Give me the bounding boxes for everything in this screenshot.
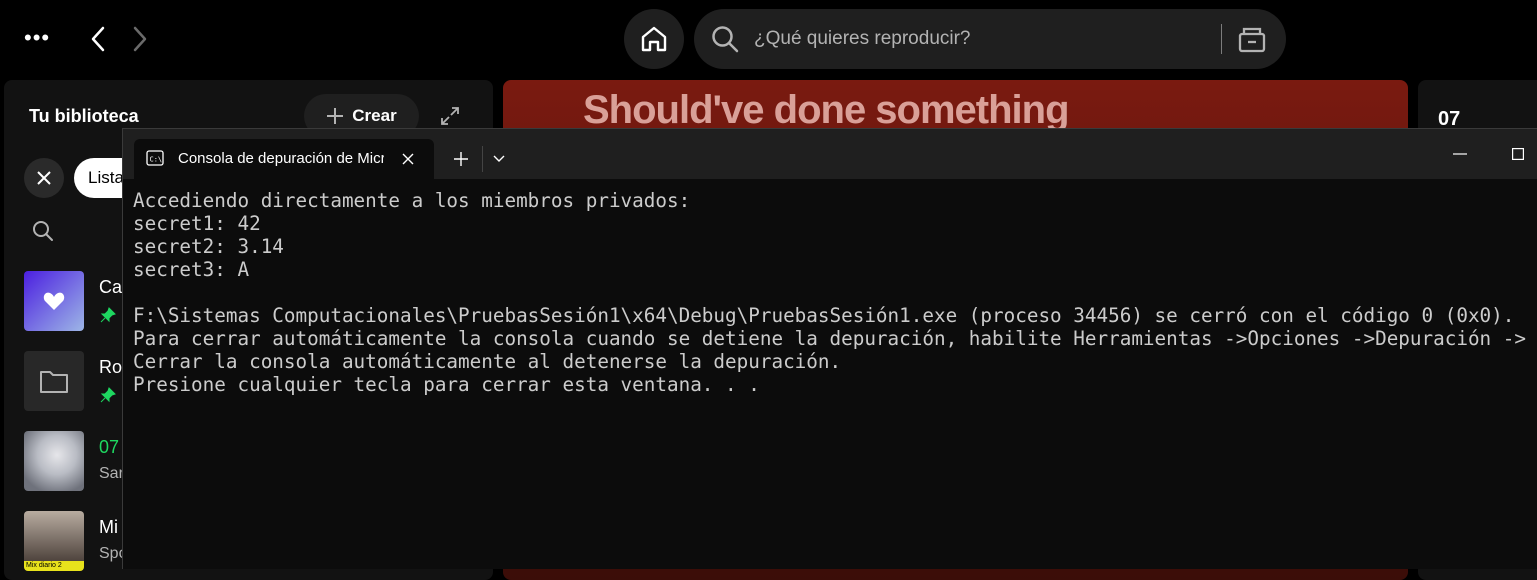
search-input[interactable]: ¿Qué quieres reproducir?: [754, 28, 971, 50]
album-cover: [24, 431, 84, 491]
home-icon: [641, 26, 667, 52]
list-item-title: Mi: [99, 517, 118, 537]
svg-text:C:\: C:\: [150, 156, 163, 164]
liked-songs-cover: [24, 271, 84, 331]
list-item-subtitle: Sar: [99, 465, 124, 482]
banner-title: Should've done something: [583, 88, 1070, 132]
plus-icon: [454, 152, 468, 166]
list-item-title: Ro: [99, 357, 123, 377]
terminal-line: secret1: 42: [133, 212, 261, 235]
mix-cover: Mix diario 2: [24, 511, 84, 571]
search-icon: [712, 26, 739, 53]
terminal-line: Presione cualquier tecla para cerrar est…: [133, 373, 760, 396]
terminal-line: F:\Sistemas Computacionales\PruebasSesió…: [133, 304, 1515, 327]
top-bar: ••• ¿Qué quieres reproducir?: [0, 0, 1537, 78]
terminal-line: secret2: 3.14: [133, 235, 284, 258]
maximize-button[interactable]: [1507, 143, 1529, 165]
minimize-icon: [1453, 153, 1467, 155]
terminal-line: Cerrar la consola automáticamente al det…: [133, 350, 842, 373]
terminal-line: Para cerrar automáticamente la consola c…: [133, 327, 1526, 350]
search-bar[interactable]: ¿Qué quieres reproducir?: [694, 9, 1286, 69]
browse-icon[interactable]: [1237, 25, 1267, 55]
tab-dropdown-button[interactable]: [489, 149, 509, 169]
debug-console-window[interactable]: C:\ Consola de depuración de Microsoft V…: [122, 128, 1537, 569]
back-button[interactable]: [82, 22, 114, 56]
terminal-output[interactable]: Accediendo directamente a los miembros p…: [133, 189, 1536, 569]
pin-icon: [100, 387, 116, 403]
close-tab-button[interactable]: [398, 149, 418, 169]
tab-separator: [482, 146, 483, 172]
folder-cover: [24, 351, 84, 411]
search-divider: [1221, 24, 1222, 54]
close-icon: [402, 153, 414, 165]
forward-button[interactable]: [124, 22, 156, 56]
clear-filter-button[interactable]: [24, 158, 64, 198]
new-tab-button[interactable]: [451, 149, 471, 169]
chevron-right-icon: [133, 26, 147, 52]
console-icon: C:\: [146, 150, 164, 166]
list-item-title: Ca: [99, 277, 123, 297]
folder-icon: [40, 371, 68, 393]
heart-icon: [43, 292, 65, 310]
terminal-titlebar[interactable]: C:\ Consola de depuración de Microsoft V…: [123, 129, 1537, 179]
library-search-icon[interactable]: [32, 220, 54, 242]
terminal-tab-title: Consola de depuración de Microsoft Visua…: [178, 150, 384, 167]
terminal-line: secret3: A: [133, 258, 250, 281]
mix-label: Mix diario 2: [24, 561, 84, 571]
plus-icon: [327, 108, 344, 124]
maximize-icon: [1512, 148, 1524, 160]
terminal-tab[interactable]: C:\ Consola de depuración de Microsoft V…: [134, 139, 434, 179]
chevron-left-icon: [91, 26, 105, 52]
close-icon: [37, 171, 51, 185]
expand-icon[interactable]: [440, 106, 460, 126]
terminal-line: Accediendo directamente a los miembros p…: [133, 189, 691, 212]
list-item-title: 07: [99, 437, 120, 457]
library-title[interactable]: Tu biblioteca: [29, 106, 139, 127]
more-options-icon[interactable]: •••: [24, 27, 50, 49]
pin-icon: [100, 307, 116, 323]
create-label: Crear: [352, 106, 397, 125]
home-button[interactable]: [624, 9, 684, 69]
chevron-down-icon: [493, 155, 505, 162]
minimize-button[interactable]: [1449, 143, 1471, 165]
